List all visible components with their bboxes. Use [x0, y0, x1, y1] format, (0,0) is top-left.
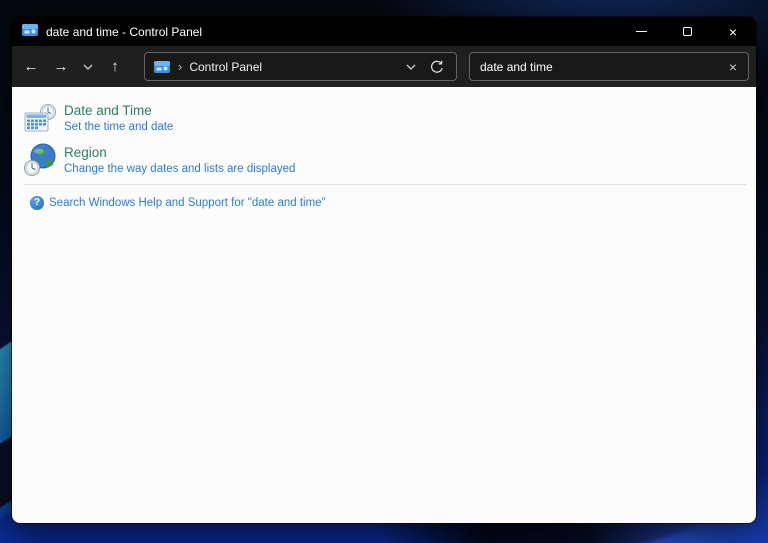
window-controls: ×: [618, 17, 756, 46]
minimize-button[interactable]: [618, 17, 664, 46]
result-item-region[interactable]: Region Change the way dates and lists ar…: [22, 142, 748, 178]
up-icon: ↑: [111, 58, 119, 75]
back-button[interactable]: ←: [16, 52, 46, 82]
chevron-down-icon: [406, 64, 416, 70]
address-bar[interactable]: › Control Panel: [144, 52, 457, 81]
breadcrumb-item-control-panel[interactable]: Control Panel: [189, 60, 262, 74]
result-item-date-and-time[interactable]: Date and Time Set the time and date: [22, 100, 748, 136]
search-results-panel: Date and Time Set the time and date Regi…: [12, 87, 756, 523]
search-input[interactable]: [480, 59, 724, 74]
help-icon: ?: [30, 196, 44, 210]
region-link[interactable]: Region: [64, 144, 295, 161]
globe-clock-icon: [22, 142, 58, 178]
close-icon: ×: [728, 23, 738, 40]
forward-button[interactable]: →: [46, 52, 76, 82]
minimize-icon: [635, 31, 647, 32]
calendar-clock-icon: [22, 100, 58, 136]
control-panel-icon: [154, 60, 170, 73]
back-icon: ←: [23, 58, 39, 75]
set-time-and-date-link[interactable]: Set the time and date: [64, 120, 173, 135]
clear-search-button[interactable]: ×: [724, 58, 742, 76]
forward-icon: →: [53, 58, 69, 75]
help-row: ? Search Windows Help and Support for "d…: [30, 196, 748, 210]
breadcrumb-separator: ›: [178, 58, 183, 74]
control-panel-window: date and time - Control Panel × ← → ↑ › …: [12, 17, 756, 523]
refresh-icon: [431, 60, 443, 73]
results-divider: [24, 184, 746, 185]
search-help-and-support-link[interactable]: Search Windows Help and Support for "dat…: [49, 197, 326, 209]
maximize-icon: [682, 27, 692, 36]
refresh-button[interactable]: [424, 54, 450, 80]
control-panel-icon: [22, 23, 38, 41]
change-date-formats-link[interactable]: Change the way dates and lists are displ…: [64, 162, 295, 177]
result-texts: Region Change the way dates and lists ar…: [64, 142, 295, 177]
chevron-down-icon: [83, 64, 93, 70]
navigation-bar: ← → ↑ › Control Panel date and time ×: [12, 46, 756, 87]
window-title: date and time - Control Panel: [46, 24, 203, 39]
result-texts: Date and Time Set the time and date: [64, 100, 173, 135]
recent-locations-button[interactable]: [76, 52, 100, 82]
titlebar: date and time - Control Panel ×: [12, 17, 756, 46]
date-and-time-link[interactable]: Date and Time: [64, 102, 173, 119]
search-box: ×: [469, 52, 749, 81]
maximize-button[interactable]: [664, 17, 710, 46]
address-dropdown-button[interactable]: [398, 54, 424, 80]
close-button[interactable]: ×: [710, 17, 756, 46]
up-button[interactable]: ↑: [100, 52, 130, 82]
desktop-wallpaper: date and time - Control Panel × ← → ↑ › …: [0, 0, 768, 543]
